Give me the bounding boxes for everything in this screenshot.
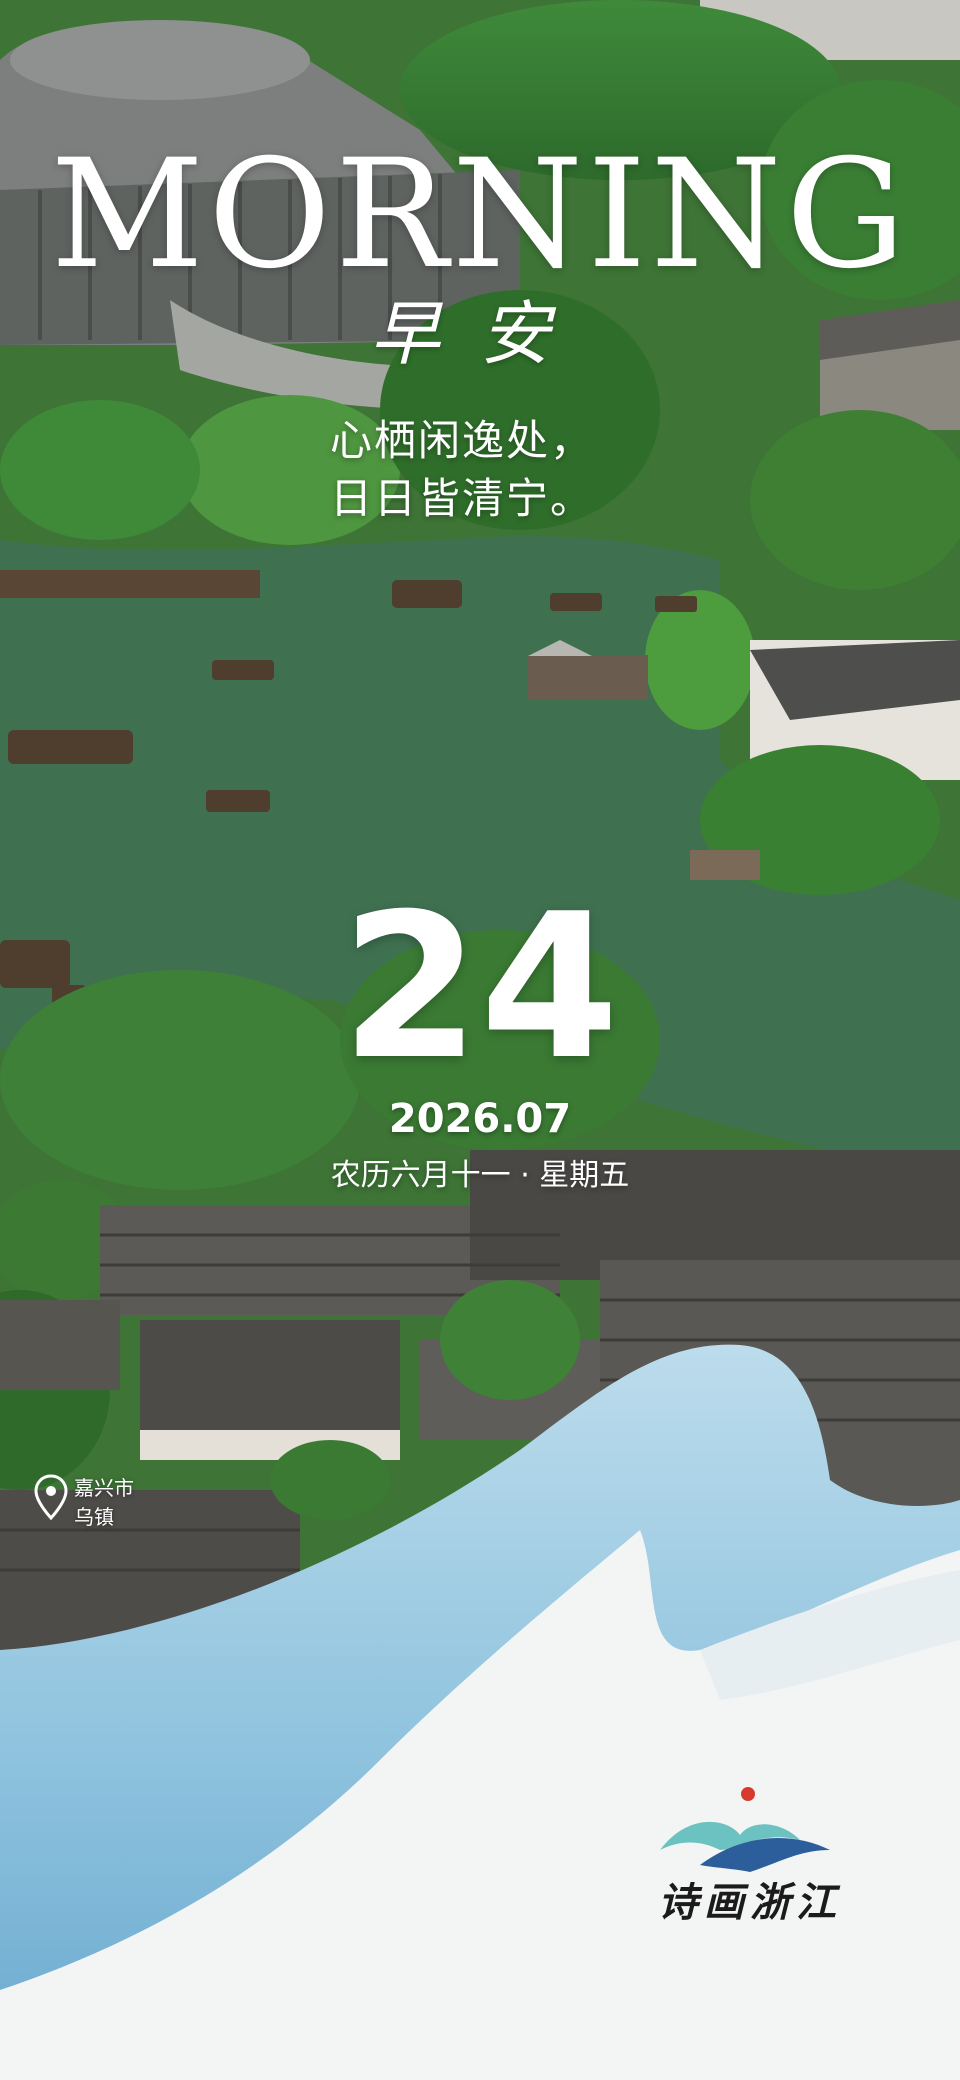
lunar-date-weekday: 农历六月十一 · 星期五 [330,1158,630,1193]
location-text: 嘉兴市 乌镇 [74,1474,134,1532]
poem-line-1: 心栖闲逸处， [330,416,595,465]
brand-name: 诗画浙江 [658,1879,842,1926]
good-morning-chinese: 早安 [370,293,590,375]
poem: 心栖闲逸处， 日日皆清宁。 [330,412,690,528]
day-number: 24 [340,871,620,1104]
location: 嘉兴市 乌镇 [34,1474,134,1532]
morning-heading: MORNING [50,128,910,302]
location-town: 乌镇 [74,1505,114,1529]
location-city: 嘉兴市 [74,1476,134,1500]
location-pin-icon [34,1474,68,1521]
poster: MORNING 早安 心栖闲逸处， 日日皆清宁。 24 2026.07 农历六月… [0,0,960,2080]
poem-line-2: 日日皆清宁。 [330,474,595,523]
year-month: 2026.07 [388,1096,572,1142]
logo-red-dot [741,1787,755,1801]
